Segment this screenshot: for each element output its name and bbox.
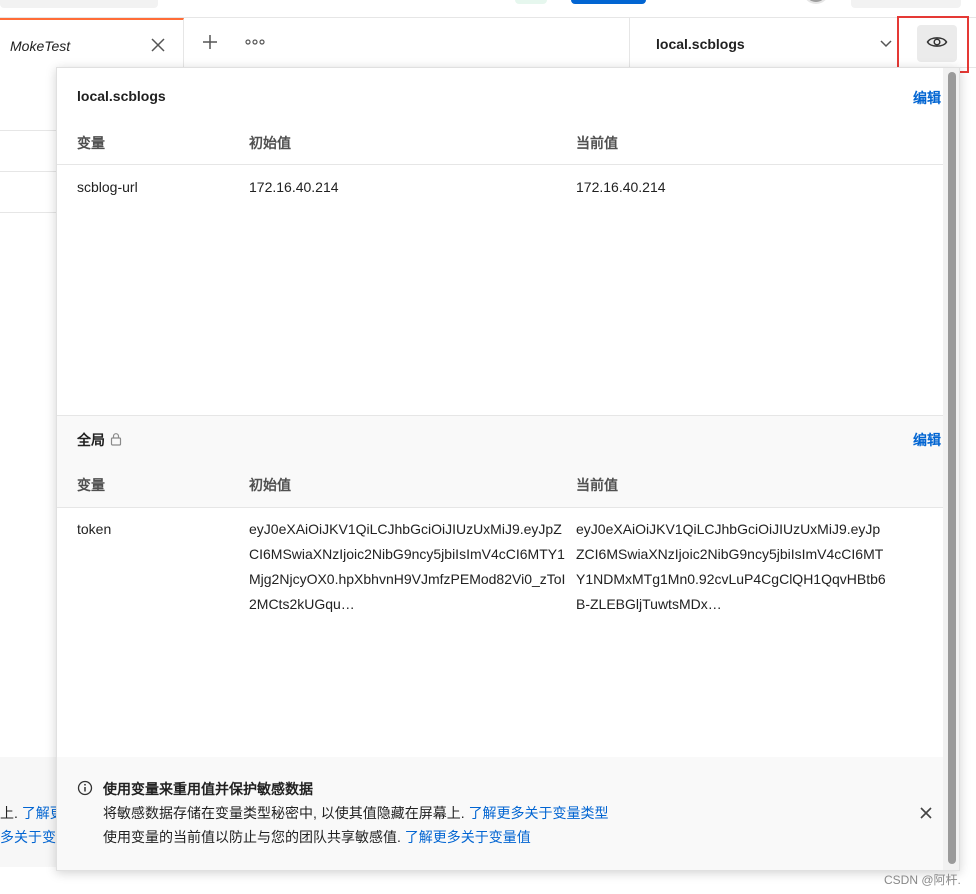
plus-icon[interactable] [198,30,222,54]
info-text: 使用变量的当前值以防止与您的团队共享敏感值. [103,829,401,845]
variable-name-cell: token [77,521,112,537]
chevron-down-icon [878,35,894,51]
tab-bar: MokeTest local.scblogs [0,18,976,68]
column-header-initial: 初始值 [249,135,291,151]
info-line-2: 使用变量的当前值以防止与您的团队共享敏感值. 了解更多关于变量值 [103,827,531,847]
top-status-indicator [515,0,547,4]
list-item [0,171,60,212]
current-value-cell[interactable]: eyJ0eXAiOiJKV1QiLCJhbGciOiJIUzUxMiJ9.eyJ… [576,517,886,617]
scrollbar[interactable] [943,68,959,870]
tab-moketest[interactable]: MokeTest [0,18,184,68]
learn-more-variable-values-link[interactable]: 了解更多关于变量值 [405,829,531,845]
background-footer-line1: 上. 了解更 [0,803,64,823]
env-edit-link[interactable]: 编辑 [913,88,941,108]
initial-value-cell[interactable]: eyJ0eXAiOiJKV1QiLCJhbGciOiJIUzUxMiJ9.eyJ… [249,517,571,617]
more-icon[interactable] [244,30,266,54]
learn-more-variable-types-link[interactable]: 了解更多关于变量类型 [469,805,609,821]
global-title-label: 全局 [77,432,105,448]
column-header-current: 当前值 [576,135,618,151]
list-item [0,212,60,253]
header-divider [57,164,943,165]
column-header-variable: 变量 [77,477,105,493]
avatar[interactable] [803,0,829,4]
watermark: CSDN @阿杆. [884,873,961,887]
list-item [0,130,60,171]
info-title: 使用变量来重用值并保护敏感数据 [103,781,313,797]
top-bar [0,0,976,18]
info-line-1: 将敏感数据存储在变量类型秘密中, 以使其值隐藏在屏幕上. 了解更多关于变量类型 [103,803,609,823]
info-text: 将敏感数据存储在变量类型秘密中, 以使其值隐藏在屏幕上. [103,805,465,821]
global-section-header [57,416,943,508]
info-icon [77,780,93,796]
info-footer: 使用变量来重用值并保护敏感数据 将敏感数据存储在变量类型秘密中, 以使其值隐藏在… [57,757,943,870]
background-list [0,130,60,253]
current-value-cell[interactable]: 172.16.40.214 [576,175,666,200]
top-primary-button[interactable] [571,0,646,4]
background-footer-link[interactable]: 多关于变 [0,829,56,845]
top-search-field[interactable] [0,0,158,8]
environment-selector[interactable]: local.scblogs [629,18,908,68]
global-section-title: 全局 [77,430,123,450]
env-section-title: local.scblogs [77,88,166,104]
background-footer-text: 上. [0,805,18,821]
column-header-initial: 初始值 [249,477,291,493]
header-divider [57,507,943,508]
background-footer-line2: 多关于变 [0,827,56,847]
column-header-current: 当前值 [576,477,618,493]
scrollbar-thumb[interactable] [948,72,956,864]
environment-selected-label: local.scblogs [656,36,745,52]
annotation-highlight-box [897,16,969,73]
column-header-variable: 变量 [77,135,105,151]
tab-label: MokeTest [10,38,71,54]
global-edit-link[interactable]: 编辑 [913,430,941,450]
variable-name-cell: scblog-url [77,179,138,195]
initial-value-cell[interactable]: 172.16.40.214 [249,175,339,200]
close-icon[interactable] [148,35,168,55]
top-right-control[interactable] [851,0,961,8]
lock-icon [109,432,123,449]
close-icon[interactable] [917,804,935,822]
environment-quick-look-panel: local.scblogs 编辑 变量 初始值 当前值 scblog-url 1… [56,67,960,871]
